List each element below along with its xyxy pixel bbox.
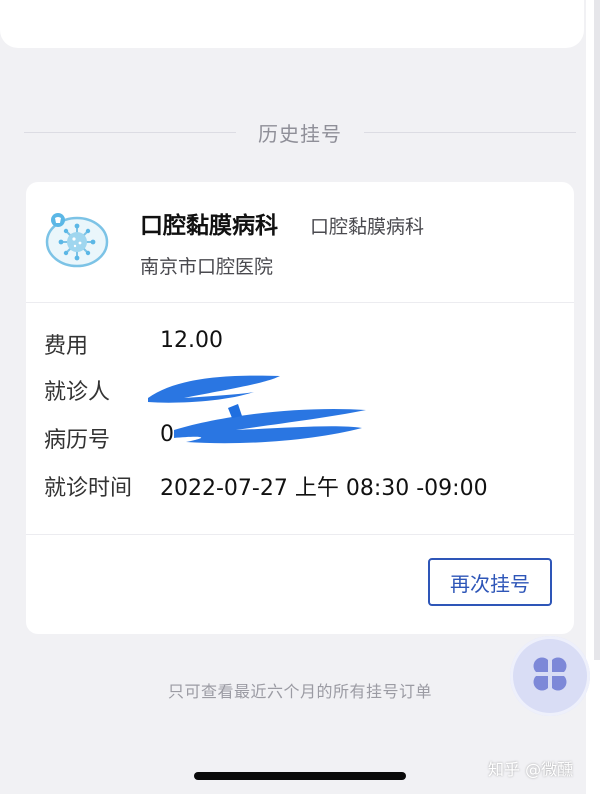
- floating-menu-button[interactable]: [510, 636, 590, 716]
- card-header: 口腔黏膜病科 口腔黏膜病科 南京市口腔医院: [26, 182, 574, 302]
- fee-value: 12.00: [160, 328, 223, 353]
- patient-row: 就诊人: [44, 374, 564, 405]
- fee-label: 费用: [44, 334, 89, 359]
- department-title: 口腔黏膜病科: [140, 213, 278, 239]
- top-sheet: [0, 0, 584, 48]
- history-footer-note: 只可查看最近六个月的所有挂号订单: [167, 682, 432, 701]
- department-subtitle: 口腔黏膜病科: [310, 216, 425, 238]
- section-title: 历史挂号: [258, 121, 342, 146]
- time-row: 就诊时间 2022-07-27 上午 08:30 -09:00: [44, 470, 564, 501]
- divider-line-left: [24, 131, 236, 133]
- card-divider-bottom: [26, 534, 574, 535]
- divider-line-right: [364, 131, 576, 133]
- scrollbar-thumb[interactable]: [594, 0, 600, 660]
- time-value: 2022-07-27 上午 08:30 -09:00: [160, 476, 488, 501]
- record-value: 0: [160, 422, 174, 447]
- home-indicator: [194, 772, 406, 780]
- fee-row: 费用 12.00: [44, 328, 564, 359]
- record-label: 病历号: [44, 428, 111, 453]
- mucosa-virus-icon: [44, 210, 110, 270]
- watermark: 知乎 @微醺: [488, 760, 574, 779]
- record-row: 病历号 0: [44, 422, 564, 453]
- card-divider-top: [26, 302, 574, 303]
- rebook-button[interactable]: 再次挂号: [428, 558, 552, 606]
- time-label: 就诊时间: [44, 476, 133, 501]
- patient-label: 就诊人: [44, 380, 111, 405]
- section-header: 历史挂号: [24, 118, 576, 146]
- registration-card[interactable]: 口腔黏膜病科 口腔黏膜病科 南京市口腔医院 费用 12.00 就诊人 病历号 0…: [26, 182, 574, 634]
- hospital-name: 南京市口腔医院: [140, 256, 274, 278]
